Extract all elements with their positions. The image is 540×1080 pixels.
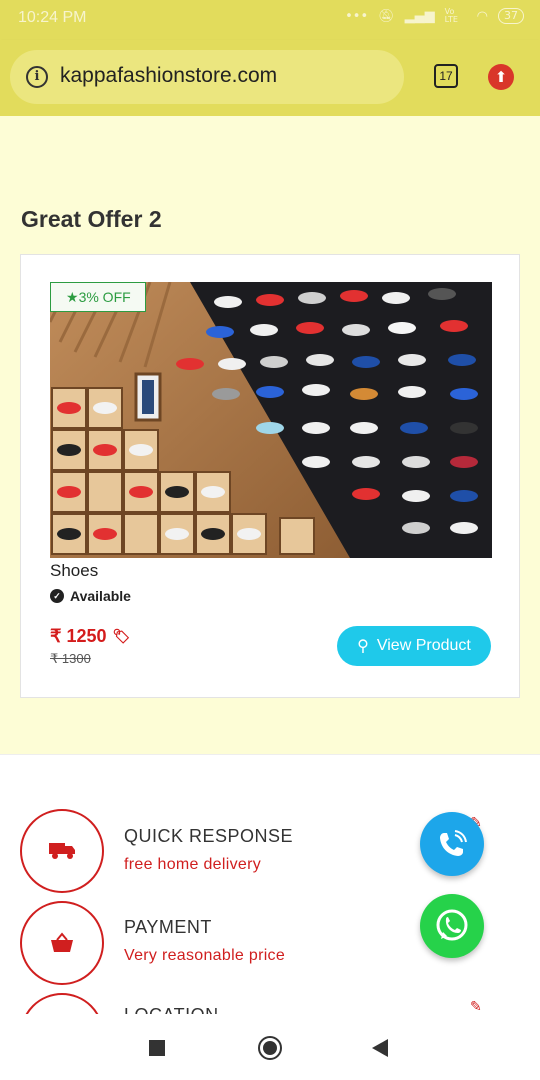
product-name[interactable]: Shoes bbox=[50, 561, 98, 581]
truck-icon bbox=[20, 809, 104, 893]
feature-title-payment: PAYMENT bbox=[124, 917, 212, 937]
recent-apps-icon[interactable] bbox=[149, 1040, 165, 1056]
original-price: ₹ 1300 bbox=[50, 651, 91, 666]
discount-label: 3% OFF bbox=[78, 289, 131, 305]
product-price: ₹ 1250 🏷︎ bbox=[50, 626, 130, 647]
price-value: ₹ 1250 bbox=[50, 626, 107, 646]
availability-status: ✓ Available bbox=[50, 588, 131, 604]
back-icon[interactable] bbox=[372, 1039, 388, 1057]
address-bar[interactable]: i kappafashionstore.com bbox=[10, 50, 404, 104]
carrier-label: Vo LTE bbox=[444, 7, 458, 24]
status-icons: ••• 🔕︎ ▂▄▆ Vo LTE ◠ 37 bbox=[345, 8, 524, 24]
system-nav-bar bbox=[0, 1014, 540, 1080]
discount-badge: ★3% OFF bbox=[50, 282, 146, 312]
availability-label: Available bbox=[70, 588, 131, 604]
price-tag-icon: 🏷︎ bbox=[112, 628, 131, 644]
more-dots-icon: ••• bbox=[345, 8, 369, 24]
feature-subtitle-delivery: free home delivery bbox=[124, 856, 262, 873]
upload-icon[interactable]: ⬆ bbox=[488, 64, 514, 90]
info-icon[interactable]: i bbox=[26, 66, 48, 88]
view-product-button[interactable]: ⚲ View Product bbox=[337, 626, 491, 666]
browser-toolbar: i kappafashionstore.com bbox=[0, 40, 540, 116]
whatsapp-icon bbox=[436, 909, 468, 941]
wifi-icon: ◠ bbox=[476, 8, 488, 24]
product-card[interactable]: ★3% OFF Shoes ✓ Available ₹ 1250 🏷︎ ₹ 13… bbox=[20, 254, 520, 698]
features-section: QUICK RESPONSE free home delivery ✎ PAYM… bbox=[0, 754, 540, 1014]
signal-icon: ▂▄▆ bbox=[404, 8, 435, 24]
location-icon bbox=[20, 993, 104, 1014]
star-icon: ★ bbox=[66, 289, 79, 305]
call-button[interactable] bbox=[420, 812, 484, 876]
battery-icon: 37 bbox=[498, 8, 524, 24]
section-title: Great Offer 2 bbox=[21, 206, 162, 232]
search-icon: ⚲ bbox=[357, 638, 369, 655]
status-time: 10:24 PM bbox=[18, 9, 87, 26]
phone-icon bbox=[440, 830, 467, 856]
view-product-label: View Product bbox=[376, 637, 471, 654]
feature-title-location: LOCATION bbox=[124, 1005, 219, 1014]
mute-icon: 🔕︎ bbox=[378, 8, 395, 24]
url-text[interactable]: kappafashionstore.com bbox=[60, 64, 277, 88]
status-bar: 10:24 PM ••• 🔕︎ ▂▄▆ Vo LTE ◠ 37 bbox=[0, 0, 540, 40]
product-image[interactable] bbox=[50, 282, 492, 558]
main-content: Great Offer 2 ★3% OFF Shoes ✓ Available … bbox=[0, 116, 540, 754]
whatsapp-button[interactable] bbox=[420, 894, 484, 958]
feature-title-quick-response: QUICK RESPONSE bbox=[124, 826, 294, 846]
feature-subtitle-price: Very reasonable price bbox=[124, 947, 286, 964]
verified-check-icon: ✓ bbox=[50, 589, 64, 603]
home-icon[interactable] bbox=[258, 1036, 282, 1060]
tab-switcher-button[interactable]: 17 bbox=[434, 64, 458, 88]
basket-icon bbox=[20, 901, 104, 985]
edit-pencil-icon[interactable]: ✎ bbox=[470, 999, 482, 1014]
